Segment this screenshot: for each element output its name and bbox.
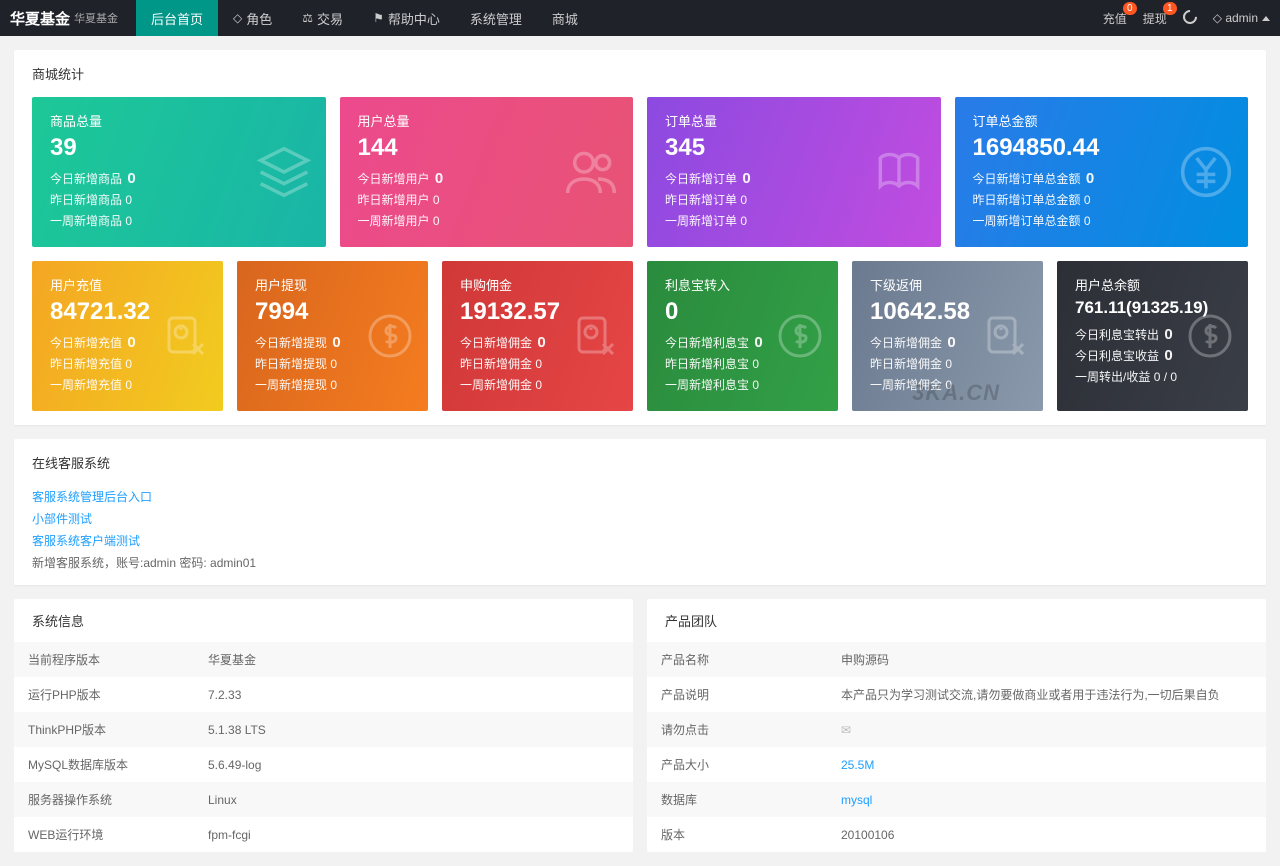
recharge-link[interactable]: 充值0: [1103, 10, 1127, 27]
doc-edit-icon: [571, 312, 619, 360]
table-row: 当前程序版本华夏基金: [14, 642, 633, 677]
doc-edit-icon: [981, 312, 1029, 360]
card-balance: 用户总余额 761.11(91325.19) 今日利息宝转出 0 今日利息宝收益…: [1057, 261, 1248, 411]
service-links: 客服系统管理后台入口 小部件测试 客服系统客户端测试: [32, 486, 1248, 552]
card-commission: 申购佣金 19132.57 今日新增佣金 0 昨日新增佣金 0 一周新增佣金 0: [442, 261, 633, 411]
withdraw-link[interactable]: 提现1: [1143, 10, 1167, 27]
content: 商城统计 商品总量 39 今日新增商品 0 昨日新增商品 0 一周新增商品 0 …: [0, 36, 1280, 866]
stats-row-1: 商品总量 39 今日新增商品 0 昨日新增商品 0 一周新增商品 0 用户总量 …: [32, 97, 1248, 247]
nav-trade[interactable]: ⚖交易: [287, 0, 358, 36]
service-panel: 在线客服系统 客服系统管理后台入口 小部件测试 客服系统客户端测试 新增客服系统…: [14, 439, 1266, 585]
user-menu[interactable]: ◇ admin: [1213, 11, 1270, 25]
table-row: WEB运行环境fpm-fcgi: [14, 817, 633, 852]
table-row: 运行PHP版本7.2.33: [14, 677, 633, 712]
database-link[interactable]: mysql: [841, 793, 872, 807]
nav-help[interactable]: ⚑帮助中心: [358, 0, 455, 36]
table-row: ThinkPHP版本5.1.38 LTS: [14, 712, 633, 747]
card-order-amount: 订单总金额 1694850.44 今日新增订单总金额 0 昨日新增订单总金额 0…: [955, 97, 1249, 247]
chevron-up-icon: [1262, 16, 1270, 21]
sys-info-panel: 系统信息 当前程序版本华夏基金 运行PHP版本7.2.33 ThinkPHP版本…: [14, 599, 633, 852]
dollar-icon: [366, 312, 414, 360]
topbar: 华夏基金 华夏基金 后台首页 ◇角色 ⚖交易 ⚑帮助中心 系统管理 商城 充值0…: [0, 0, 1280, 36]
table-row: 请勿点击✉: [647, 712, 1266, 747]
recharge-badge: 0: [1123, 2, 1137, 15]
table-row: 产品大小25.5M: [647, 747, 1266, 782]
users-icon: [563, 144, 619, 200]
dollar-icon: [776, 312, 824, 360]
table-row: 产品说明本产品只为学习测试交流,请勿要做商业或者用于违法行为,一切后果自负: [647, 677, 1266, 712]
sys-info-title: 系统信息: [14, 599, 633, 642]
service-hint: 新增客服系统，账号:admin 密码: admin01: [32, 554, 1248, 571]
brand-sub: 华夏基金: [74, 10, 118, 26]
service-link-widget[interactable]: 小部件测试: [32, 508, 1248, 530]
mail-icon[interactable]: ✉: [827, 712, 1266, 747]
service-link-client[interactable]: 客服系统客户端测试: [32, 530, 1248, 552]
stats-row-2: 用户充值 84721.32 今日新增充值 0 昨日新增充值 0 一周新增充值 0…: [32, 261, 1248, 411]
user-icon: ◇: [1213, 11, 1222, 25]
sys-info-table: 当前程序版本华夏基金 运行PHP版本7.2.33 ThinkPHP版本5.1.3…: [14, 642, 633, 852]
scale-icon: ⚖: [302, 11, 313, 25]
nav-mall[interactable]: 商城: [537, 0, 593, 36]
withdraw-badge: 1: [1163, 2, 1177, 15]
nav-system[interactable]: 系统管理: [455, 0, 537, 36]
product-team-panel: 产品团队 产品名称申购源码 产品说明本产品只为学习测试交流,请勿要做商业或者用于…: [647, 599, 1266, 852]
main-nav: 后台首页 ◇角色 ⚖交易 ⚑帮助中心 系统管理 商城: [136, 0, 593, 36]
dollar-icon: [1186, 312, 1234, 360]
card-order-total: 订单总量 345 今日新增订单 0 昨日新增订单 0 一周新增订单 0: [647, 97, 941, 247]
bottom-row: 系统信息 当前程序版本华夏基金 运行PHP版本7.2.33 ThinkPHP版本…: [14, 599, 1266, 852]
card-rebate: 下级返佣 10642.58 今日新增佣金 0 昨日新增佣金 0 一周新增佣金 0: [852, 261, 1043, 411]
product-team-table: 产品名称申购源码 产品说明本产品只为学习测试交流,请勿要做商业或者用于违法行为,…: [647, 642, 1266, 852]
refresh-icon: [1180, 7, 1200, 27]
mall-stats-panel: 商城统计 商品总量 39 今日新增商品 0 昨日新增商品 0 一周新增商品 0 …: [14, 50, 1266, 425]
yen-icon: [1178, 144, 1234, 200]
top-right: 充值0 提现1 ◇ admin: [1103, 10, 1270, 27]
card-user-total: 用户总量 144 今日新增用户 0 昨日新增用户 0 一周新增用户 0: [340, 97, 634, 247]
card-goods-total: 商品总量 39 今日新增商品 0 昨日新增商品 0 一周新增商品 0: [32, 97, 326, 247]
card-withdraw: 用户提现 7994 今日新增提现 0 昨日新增提现 0 一周新增提现 0: [237, 261, 428, 411]
doc-edit-icon: [161, 312, 209, 360]
nav-role[interactable]: ◇角色: [218, 0, 287, 36]
nav-home[interactable]: 后台首页: [136, 0, 218, 36]
product-team-title: 产品团队: [647, 599, 1266, 642]
user-icon: ◇: [233, 11, 242, 25]
table-row: MySQL数据库版本5.6.49-log: [14, 747, 633, 782]
book-icon: [871, 144, 927, 200]
table-row: 产品名称申购源码: [647, 642, 1266, 677]
mall-stats-title: 商城统计: [32, 64, 1248, 83]
table-row: 服务器操作系统Linux: [14, 782, 633, 817]
refresh-button[interactable]: [1183, 10, 1197, 27]
brand: 华夏基金: [10, 8, 70, 29]
flag-icon: ⚑: [373, 11, 384, 25]
card-interest: 利息宝转入 0 今日新增利息宝 0 昨日新增利息宝 0 一周新增利息宝 0: [647, 261, 838, 411]
stack-icon: [256, 144, 312, 200]
service-title: 在线客服系统: [32, 453, 1248, 472]
table-row: 数据库mysql: [647, 782, 1266, 817]
card-recharge: 用户充值 84721.32 今日新增充值 0 昨日新增充值 0 一周新增充值 0: [32, 261, 223, 411]
table-row: 版本20100106: [647, 817, 1266, 852]
service-link-admin[interactable]: 客服系统管理后台入口: [32, 486, 1248, 508]
product-size-link[interactable]: 25.5M: [841, 758, 874, 772]
